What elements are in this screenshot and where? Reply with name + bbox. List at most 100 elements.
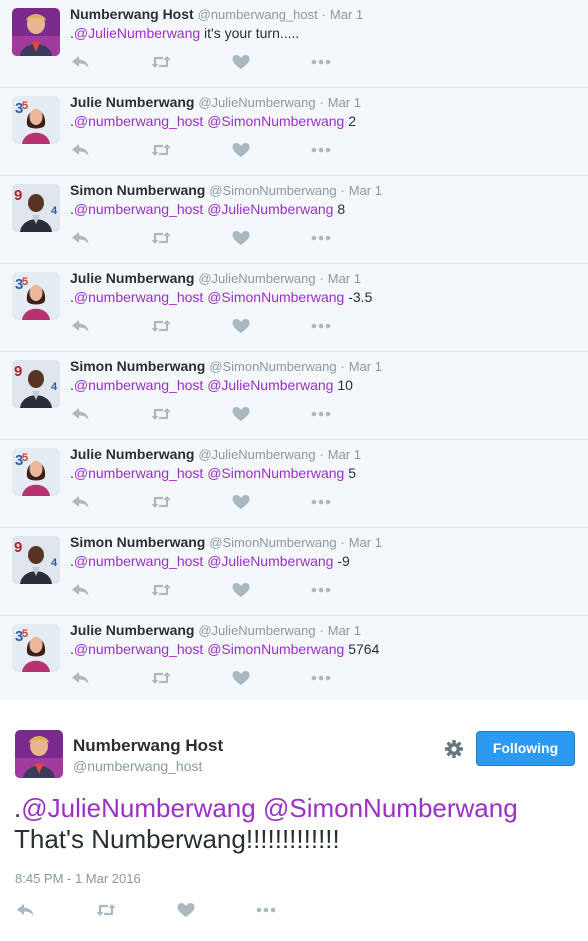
- mention-link[interactable]: @SimonNumberwang: [207, 113, 344, 129]
- mention-link[interactable]: @JulieNumberwang: [207, 377, 333, 393]
- reply-tweet[interactable]: 9 4 Simon Numberwang @SimonNumberwang · …: [0, 176, 588, 264]
- retweet-icon[interactable]: [150, 404, 172, 424]
- reply-icon[interactable]: [70, 580, 92, 600]
- author-handle[interactable]: @numberwang_host: [198, 7, 318, 22]
- mention-link[interactable]: @SimonNumberwang: [207, 289, 344, 305]
- more-icon[interactable]: [310, 316, 332, 336]
- reply-icon[interactable]: [70, 228, 92, 248]
- mention-link[interactable]: @numberwang_host: [74, 465, 203, 481]
- tweet-date[interactable]: Mar 1: [349, 183, 382, 198]
- tweet-header: Numberwang Host @numberwang_host · Mar 1: [70, 5, 363, 24]
- reply-tweet[interactable]: 3 5 Julie Numberwang @JulieNumberwang · …: [0, 264, 588, 352]
- avatar[interactable]: 9 4: [12, 360, 60, 408]
- author-handle[interactable]: @JulieNumberwang: [198, 623, 315, 638]
- avatar[interactable]: [15, 730, 63, 778]
- author-name[interactable]: Julie Numberwang: [70, 94, 194, 110]
- mention-link[interactable]: @SimonNumberwang: [207, 641, 344, 657]
- author-handle[interactable]: @numberwang_host: [73, 758, 202, 774]
- tweet-date[interactable]: Mar 1: [328, 95, 361, 110]
- tweet-date[interactable]: Mar 1: [349, 359, 382, 374]
- tweet-date[interactable]: Mar 1: [330, 7, 363, 22]
- avatar[interactable]: 9 4: [12, 184, 60, 232]
- mention-link[interactable]: @SimonNumberwang: [263, 793, 518, 823]
- retweet-icon[interactable]: [150, 228, 172, 248]
- gear-icon[interactable]: [443, 738, 465, 760]
- more-icon[interactable]: [310, 492, 332, 512]
- author-name[interactable]: Julie Numberwang: [70, 622, 194, 638]
- like-icon[interactable]: [230, 52, 252, 72]
- reply-icon[interactable]: [70, 668, 92, 688]
- author-handle[interactable]: @SimonNumberwang: [209, 535, 336, 550]
- reply-tweet[interactable]: 3 5 Julie Numberwang @JulieNumberwang · …: [0, 88, 588, 176]
- reply-icon[interactable]: [15, 900, 37, 920]
- retweet-icon[interactable]: [150, 492, 172, 512]
- mention-link[interactable]: @JulieNumberwang: [207, 201, 333, 217]
- reply-icon[interactable]: [70, 492, 92, 512]
- mention-link[interactable]: @numberwang_host: [74, 377, 203, 393]
- mention-link[interactable]: @JulieNumberwang: [207, 553, 333, 569]
- reply-icon[interactable]: [70, 140, 92, 160]
- tweet-timestamp[interactable]: 8:45 PM - 1 Mar 2016: [15, 871, 141, 886]
- more-icon[interactable]: [310, 668, 332, 688]
- tweet-date[interactable]: Mar 1: [328, 447, 361, 462]
- avatar[interactable]: 3 5: [12, 272, 60, 320]
- like-icon[interactable]: [175, 900, 197, 920]
- avatar[interactable]: 9 4: [12, 536, 60, 584]
- like-icon[interactable]: [230, 492, 252, 512]
- like-icon[interactable]: [230, 140, 252, 160]
- avatar[interactable]: 3 5: [12, 624, 60, 672]
- more-icon[interactable]: [310, 404, 332, 424]
- tweet-date[interactable]: Mar 1: [328, 271, 361, 286]
- more-icon[interactable]: [255, 900, 277, 920]
- like-icon[interactable]: [230, 228, 252, 248]
- mention-link[interactable]: @numberwang_host: [74, 113, 203, 129]
- author-handle[interactable]: @JulieNumberwang: [198, 271, 315, 286]
- reply-tweet[interactable]: 9 4 Simon Numberwang @SimonNumberwang · …: [0, 528, 588, 616]
- reply-tweet[interactable]: 9 4 Simon Numberwang @SimonNumberwang · …: [0, 352, 588, 440]
- more-icon[interactable]: [310, 228, 332, 248]
- mention-link[interactable]: @numberwang_host: [74, 289, 203, 305]
- mention-link[interactable]: @SimonNumberwang: [207, 465, 344, 481]
- reply-icon[interactable]: [70, 404, 92, 424]
- mention-link[interactable]: @JulieNumberwang: [74, 25, 200, 41]
- retweet-icon[interactable]: [150, 52, 172, 72]
- retweet-icon[interactable]: [150, 140, 172, 160]
- author-name[interactable]: Julie Numberwang: [70, 446, 194, 462]
- like-icon[interactable]: [230, 316, 252, 336]
- more-icon[interactable]: [310, 580, 332, 600]
- author-name[interactable]: Simon Numberwang: [70, 534, 205, 550]
- like-icon[interactable]: [230, 668, 252, 688]
- author-handle[interactable]: @JulieNumberwang: [198, 447, 315, 462]
- like-icon[interactable]: [230, 580, 252, 600]
- author-handle[interactable]: @SimonNumberwang: [209, 183, 336, 198]
- author-handle[interactable]: @SimonNumberwang: [209, 359, 336, 374]
- avatar[interactable]: [12, 8, 60, 56]
- author-name[interactable]: Julie Numberwang: [70, 270, 194, 286]
- mention-link[interactable]: @numberwang_host: [74, 641, 203, 657]
- avatar[interactable]: 3 5: [12, 448, 60, 496]
- author-name[interactable]: Simon Numberwang: [70, 182, 205, 198]
- reply-icon[interactable]: [70, 52, 92, 72]
- following-button[interactable]: Following: [476, 731, 575, 766]
- retweet-icon[interactable]: [150, 668, 172, 688]
- reply-tweet[interactable]: Numberwang Host @numberwang_host · Mar 1…: [0, 0, 588, 88]
- reply-tweet[interactable]: 3 5 Julie Numberwang @JulieNumberwang · …: [0, 440, 588, 528]
- author-name[interactable]: Numberwang Host: [70, 6, 194, 22]
- reply-tweet[interactable]: 3 5 Julie Numberwang @JulieNumberwang · …: [0, 616, 588, 704]
- retweet-icon[interactable]: [150, 580, 172, 600]
- more-icon[interactable]: [310, 52, 332, 72]
- avatar[interactable]: 3 5: [12, 96, 60, 144]
- author-name[interactable]: Numberwang Host: [73, 736, 223, 756]
- author-name[interactable]: Simon Numberwang: [70, 358, 205, 374]
- retweet-icon[interactable]: [95, 900, 117, 920]
- mention-link[interactable]: @numberwang_host: [74, 553, 203, 569]
- more-icon[interactable]: [310, 140, 332, 160]
- mention-link[interactable]: @numberwang_host: [74, 201, 203, 217]
- retweet-icon[interactable]: [150, 316, 172, 336]
- reply-icon[interactable]: [70, 316, 92, 336]
- author-handle[interactable]: @JulieNumberwang: [198, 95, 315, 110]
- tweet-date[interactable]: Mar 1: [349, 535, 382, 550]
- like-icon[interactable]: [230, 404, 252, 424]
- mention-link[interactable]: @JulieNumberwang: [21, 793, 256, 823]
- tweet-date[interactable]: Mar 1: [328, 623, 361, 638]
